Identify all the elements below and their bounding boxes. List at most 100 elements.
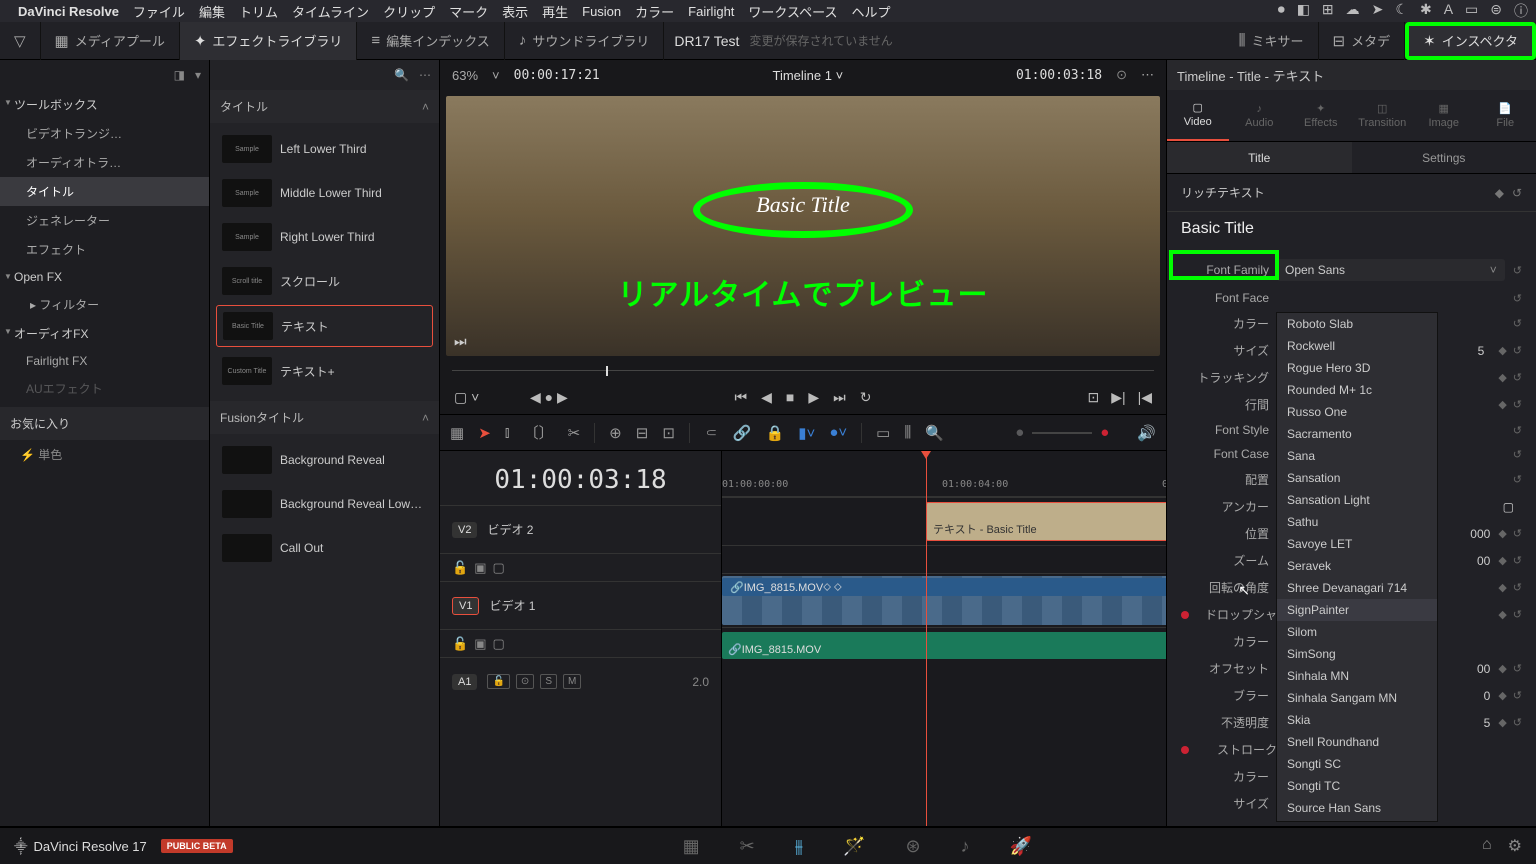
prev-frame-button[interactable]: ◀ [761, 389, 772, 406]
track-a1-header[interactable]: A1 🔓⊙SM 2.0 [440, 657, 721, 705]
playhead[interactable] [926, 451, 927, 826]
titles-header[interactable]: タイトル˄ [210, 90, 439, 123]
fusion-background-reveal-low[interactable]: Background Reveal Low… [216, 484, 433, 524]
page-fusion[interactable]: 🪄 [843, 836, 865, 857]
bypass-icon[interactable]: ⊙ [1116, 67, 1127, 83]
snap-icon[interactable]: ⸦ [704, 423, 719, 443]
page-edit[interactable]: ⫵ [795, 836, 803, 857]
crop-icon[interactable]: ▢ ˅ [454, 389, 479, 406]
menu-file[interactable]: ファイル [133, 2, 185, 21]
next-frame-button[interactable]: ⏭ [833, 389, 846, 406]
selection-tool[interactable]: ➤ [478, 424, 491, 442]
send-icon[interactable]: ➤ [1372, 1, 1384, 21]
tab-video[interactable]: ▢Video [1167, 90, 1229, 141]
control-center-icon[interactable]: ◧ [1297, 1, 1310, 21]
reset-icon[interactable]: ↺ [1513, 371, 1522, 384]
tree-filter[interactable]: ▸ フィルター [0, 290, 209, 319]
keyframe-icon[interactable]: ◆ [1498, 344, 1506, 357]
timeline-view-icon[interactable]: ▦ [450, 424, 464, 442]
track-id[interactable]: V1 [452, 597, 479, 615]
reset-icon[interactable]: ↺ [1513, 689, 1522, 702]
reset-icon[interactable]: ↺ [1513, 608, 1522, 621]
font-option[interactable]: Seravek [1277, 555, 1437, 577]
edit-index-button[interactable]: ≡編集インデックス [357, 22, 504, 60]
tree-effects[interactable]: エフェクト [0, 235, 209, 264]
auto-select-icon[interactable]: ▣ [474, 636, 486, 652]
track-id[interactable]: V2 [452, 522, 477, 538]
menu-mark[interactable]: マーク [449, 2, 488, 21]
font-option[interactable]: Savoye LET [1277, 533, 1437, 555]
a1-lane[interactable]: 🔗 IMG_8815.MOV [722, 627, 1166, 663]
prev-clip-icon[interactable]: |◀ [1138, 389, 1152, 406]
metadata-button[interactable]: ⊟メタデ [1319, 22, 1406, 60]
reset-icon[interactable]: ↺ [1513, 292, 1522, 305]
lock-icon[interactable]: 🔓 [452, 636, 468, 652]
font-option[interactable]: Sinhala MN [1277, 665, 1437, 687]
font-option[interactable]: Rogue Hero 3D [1277, 357, 1437, 379]
next-clip-icon[interactable]: ▶| [1111, 389, 1125, 406]
menu-clip[interactable]: クリップ [383, 2, 435, 21]
menu-help[interactable]: ヘルプ [851, 2, 890, 21]
record-icon[interactable]: ⏺ [1278, 1, 1285, 21]
menu-trim[interactable]: トリム [239, 2, 278, 21]
search-icon[interactable]: 🔍 [394, 68, 409, 82]
marker-dropdown[interactable]: ●˅ [829, 424, 847, 441]
font-family-select[interactable]: Open Sans˅ [1277, 259, 1505, 281]
timeline-ruler[interactable]: 01:00:00:00 01:00:04:00 01:00:08:00 01:0… [722, 451, 1166, 497]
menu-fusion[interactable]: Fusion [582, 4, 621, 19]
zoom-out-dot[interactable]: ● [1015, 424, 1024, 441]
keyframe-icon[interactable]: ◆ [1498, 527, 1506, 540]
tab-audio[interactable]: ♪Audio [1229, 90, 1291, 141]
input-icon[interactable]: A [1444, 1, 1453, 21]
font-option[interactable]: Silom [1277, 621, 1437, 643]
viewer-options-icon[interactable]: ⋯ [1141, 67, 1154, 83]
keyframe-icon[interactable]: ◆ [1498, 662, 1506, 675]
trim-tool[interactable]: ⫾ [505, 424, 510, 441]
reset-icon[interactable]: ↺ [1513, 473, 1522, 486]
page-media[interactable]: ▦ [683, 836, 700, 857]
mixer-button[interactable]: ⫼ミキサー [1225, 22, 1319, 60]
reset-icon[interactable]: ↺ [1513, 424, 1522, 437]
panel-menu-icon[interactable]: ▾ [195, 68, 201, 82]
reset-icon[interactable]: ↺ [1513, 581, 1522, 594]
font-option[interactable]: Shree Devanagari 714 [1277, 577, 1437, 599]
menu-color[interactable]: カラー [635, 2, 674, 21]
menu-playback[interactable]: 再生 [542, 2, 568, 21]
title-middle-lower-third[interactable]: SampleMiddle Lower Third [216, 173, 433, 213]
title-left-lower-third[interactable]: SampleLeft Lower Third [216, 129, 433, 169]
project-settings-icon[interactable]: ⚙ [1508, 836, 1522, 856]
tab-transition[interactable]: ◫Transition [1352, 90, 1414, 141]
inspector-button[interactable]: ✶インスペクタ [1405, 22, 1536, 60]
disable-icon[interactable]: ▢ [492, 560, 504, 576]
link-icon[interactable]: 🔗 [733, 424, 752, 442]
reset-icon[interactable]: ↺ [1513, 398, 1522, 411]
title-text-input[interactable]: Basic Title [1167, 212, 1536, 254]
enable-dot[interactable] [1181, 611, 1189, 619]
font-family-dropdown[interactable]: Roboto Slab Rockwell Rogue Hero 3D Round… [1276, 312, 1438, 822]
tree-fairlight-fx[interactable]: Fairlight FX [0, 348, 209, 374]
keyframe-icon[interactable]: ◆ [1498, 371, 1506, 384]
font-option[interactable]: Sana [1277, 445, 1437, 467]
font-option[interactable]: Songti TC [1277, 775, 1437, 797]
insert-button[interactable]: ⊕ [609, 424, 622, 442]
tree-openfx[interactable]: Open FX [0, 264, 209, 290]
menu-view[interactable]: 表示 [502, 2, 528, 21]
timeline-tracks[interactable]: 01:00:00:00 01:00:04:00 01:00:08:00 01:0… [722, 451, 1166, 826]
tree-toolbox[interactable]: ツールボックス [0, 90, 209, 119]
favorite-solid-color[interactable]: 単色 [0, 440, 209, 469]
keyframe-icon[interactable]: ◆ [1495, 186, 1504, 200]
font-option[interactable]: Source Han Sans HC [1277, 819, 1437, 822]
timeline-timecode[interactable]: 01:00:03:18 [440, 451, 721, 505]
font-option[interactable]: Skia [1277, 709, 1437, 731]
track-v1-header[interactable]: V1 ビデオ 1 [440, 581, 721, 629]
font-option[interactable]: Sinhala Sangam MN [1277, 687, 1437, 709]
zoom-level[interactable]: 63% [452, 68, 478, 83]
reset-icon[interactable]: ↺ [1513, 344, 1522, 357]
reset-icon[interactable]: ↺ [1513, 317, 1522, 330]
tree-au-effects[interactable]: AUエフェクト [0, 374, 209, 403]
grid-icon[interactable]: ⊞ [1322, 1, 1334, 21]
tree-generators[interactable]: ジェネレーター [0, 206, 209, 235]
flag-dropdown[interactable]: ▮˅ [798, 424, 815, 442]
chevron-down-icon[interactable]: ˅ [492, 68, 500, 83]
font-option[interactable]: Sathu [1277, 511, 1437, 533]
